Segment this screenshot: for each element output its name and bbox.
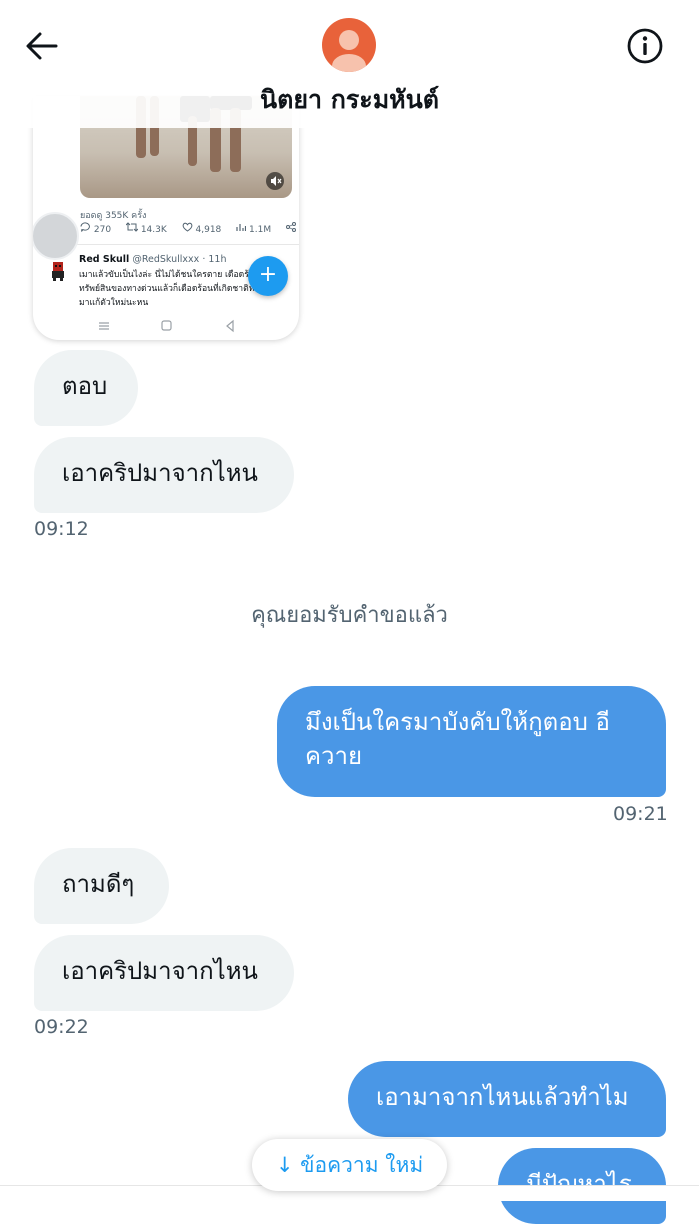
reply-stat: 270 [80, 222, 117, 235]
android-navbar [33, 316, 299, 336]
message-bubble-received[interactable]: ตอบ [34, 350, 138, 426]
like-icon [182, 222, 193, 232]
analytics-stat: 1.1M [236, 222, 277, 235]
divider [73, 244, 299, 245]
contact-name[interactable]: นิตยา กระมหันต์ [0, 80, 699, 120]
reply-count: 270 [93, 225, 112, 235]
info-button[interactable] [625, 26, 665, 66]
back-button[interactable] [22, 26, 62, 66]
red-skull-avatar [47, 260, 69, 282]
info-icon [627, 28, 663, 64]
share-icon [285, 222, 296, 235]
tweet-header: Red Skull @RedSkullxxx · 11h [79, 254, 226, 265]
contact-avatar[interactable] [322, 18, 376, 72]
like-stat: 4,918 [182, 222, 228, 235]
mute-icon[interactable] [266, 172, 284, 190]
view-count: ยอดดู 355K ครั้ง [80, 211, 147, 221]
analytics-count: 1.1M [249, 225, 272, 235]
message-bubble-received[interactable]: เอาคริปมาจากไหน [34, 437, 294, 513]
compose-fab-button: + [248, 256, 288, 296]
like-count: 4,918 [195, 225, 222, 235]
request-accepted-notice: คุณยอมรับคำขอแล้ว [251, 603, 448, 628]
message-bubble-sent[interactable]: มึงเป็นใครมาบังคับให้กูตอบ อีควาย [277, 686, 666, 797]
tweet-handle-time: @RedSkullxxx · 11h [132, 254, 227, 265]
shared-image-card[interactable]: ยอดดู 355K ครั้ง 270 14.3K 4,918 1.1M Re… [33, 96, 299, 340]
back-arrow-icon [26, 32, 58, 60]
reply-icon [80, 222, 90, 232]
message-bubble-received[interactable]: เอาคริปมาจากไหน [34, 935, 294, 1011]
message-bubble-received[interactable]: ถามดีๆ [34, 848, 169, 924]
retweet-count: 14.3K [140, 225, 167, 235]
message-bubble-sent[interactable]: เอามาจากไหนแล้วทำไม [348, 1061, 666, 1137]
analytics-icon [236, 224, 247, 231]
retweet-stat: 14.3K [125, 222, 173, 235]
tweet-stats: 270 14.3K 4,918 1.1M [80, 222, 296, 240]
message-timestamp: 09:21 [613, 803, 668, 825]
retweet-icon [125, 222, 139, 232]
profile-avatar-placeholder [33, 212, 79, 260]
conversation-header: นิตยา กระมหันต์ [0, 0, 699, 128]
message-timestamp: 09:22 [34, 1016, 89, 1038]
tweet-author: Red Skull [79, 254, 130, 265]
message-timestamp: 09:12 [34, 518, 89, 540]
new-messages-button[interactable]: ↓ ข้อความ ใหม่ [252, 1139, 447, 1191]
